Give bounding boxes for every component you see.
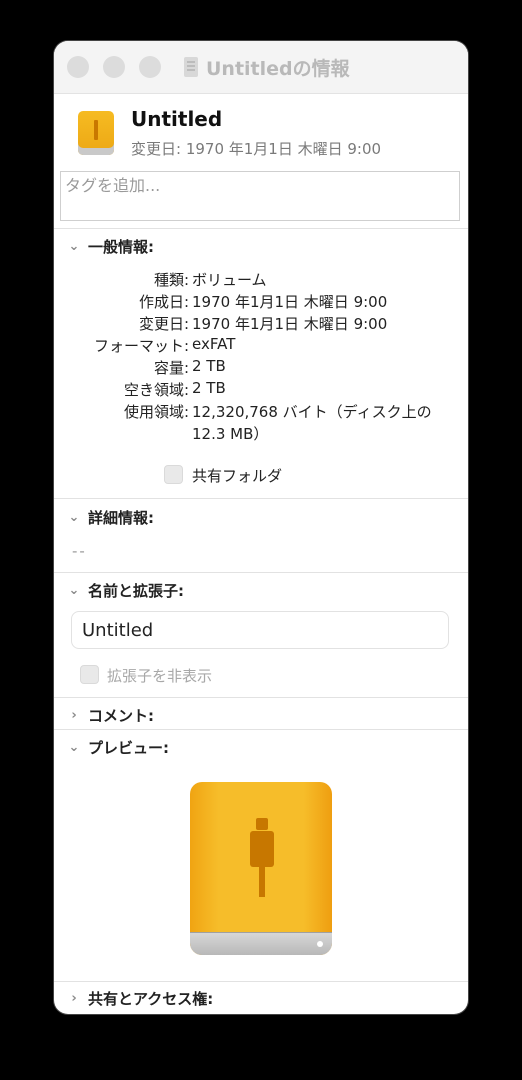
divider <box>54 729 468 730</box>
section-comments-title: コメント: <box>88 706 154 725</box>
tags-field[interactable] <box>60 171 460 221</box>
info-row-created: 作成日: 1970 年1月1日 木曜日 9:00 <box>54 291 468 313</box>
info-window: Untitledの情報 Untitled 変更日: 1970 年1月1日 木曜日… <box>54 41 468 1014</box>
info-row-modified: 変更日: 1970 年1月1日 木曜日 9:00 <box>54 313 468 335</box>
title-bar: Untitledの情報 <box>54 41 468 94</box>
info-value: 2 TB <box>192 357 226 375</box>
close-button[interactable] <box>67 56 89 78</box>
section-preview[interactable]: ⌄ プレビュー: <box>66 737 169 757</box>
section-sharing-title: 共有とアクセス権: <box>88 989 214 1008</box>
document-icon <box>184 57 198 77</box>
shared-folder-checkbox[interactable] <box>164 465 183 484</box>
drive-base <box>190 932 332 955</box>
chevron-down-icon: ⌄ <box>68 739 80 755</box>
usb-plug-tip <box>256 818 268 830</box>
section-details[interactable]: ⌄ 詳細情報: <box>66 507 154 527</box>
divider <box>54 981 468 982</box>
section-general[interactable]: ⌄ 一般情報: <box>66 236 154 256</box>
shared-folder-label: 共有フォルダ <box>192 467 283 485</box>
usb-plug-body <box>250 831 274 867</box>
minimize-button[interactable] <box>103 56 125 78</box>
info-value: 12,320,768 バイト（ディスク上の 12.3 MB） <box>192 403 432 443</box>
section-general-title: 一般情報: <box>88 237 154 256</box>
hide-extension-checkbox[interactable] <box>80 665 99 684</box>
divider <box>54 697 468 698</box>
info-value: exFAT <box>192 335 236 353</box>
zoom-button[interactable] <box>139 56 161 78</box>
divider <box>54 498 468 499</box>
info-value: 1970 年1月1日 木曜日 9:00 <box>192 315 388 333</box>
window-title: Untitledの情報 <box>206 57 350 80</box>
info-label: 種類: <box>153 271 189 289</box>
external-drive-icon <box>78 111 114 155</box>
section-comments[interactable]: › コメント: <box>66 705 154 725</box>
divider <box>54 228 468 229</box>
item-name: Untitled <box>131 107 223 131</box>
info-value: ボリューム <box>192 271 267 289</box>
info-label: 空き領域: <box>123 381 189 399</box>
chevron-down-icon: ⌄ <box>68 509 80 525</box>
divider <box>54 572 468 573</box>
info-label: 使用領域: <box>123 403 189 421</box>
window-title-group: Untitledの情報 <box>184 54 350 80</box>
section-preview-title: プレビュー: <box>88 738 169 757</box>
info-label: 作成日: <box>138 293 189 311</box>
section-name-extension[interactable]: ⌄ 名前と拡張子: <box>66 580 184 600</box>
info-value: 2 TB <box>192 379 226 397</box>
info-row-used: 使用領域: 12,320,768 バイト（ディスク上の 12.3 MB） <box>54 401 468 443</box>
chevron-right-icon: › <box>71 707 77 723</box>
info-value: 1970 年1月1日 木曜日 9:00 <box>192 293 388 311</box>
usb-cable <box>259 867 265 897</box>
name-field[interactable] <box>71 611 449 649</box>
info-header: Untitled 変更日: 1970 年1月1日 木曜日 9:00 <box>54 93 468 173</box>
chevron-down-icon: ⌄ <box>68 238 80 254</box>
hide-extension-label: 拡張子を非表示 <box>107 667 213 685</box>
info-row-capacity: 容量: 2 TB <box>54 357 468 379</box>
info-row-format: フォーマット: exFAT <box>54 335 468 357</box>
tags-input[interactable] <box>61 172 459 198</box>
chevron-right-icon: › <box>71 990 77 1006</box>
info-label: フォーマット: <box>93 337 189 355</box>
preview-drive-icon <box>190 782 332 955</box>
chevron-down-icon: ⌄ <box>68 582 80 598</box>
modified-date: 変更日: 1970 年1月1日 木曜日 9:00 <box>131 140 382 158</box>
section-sharing[interactable]: › 共有とアクセス権: <box>66 988 213 1008</box>
drive-led <box>317 941 323 947</box>
section-details-title: 詳細情報: <box>88 508 154 527</box>
info-row-available: 空き領域: 2 TB <box>54 379 468 401</box>
info-row-kind: 種類: ボリューム <box>54 269 468 291</box>
info-label: 容量: <box>153 359 189 377</box>
details-value: -- <box>72 542 87 560</box>
section-name-extension-title: 名前と拡張子: <box>88 581 184 600</box>
drive-body <box>190 782 332 955</box>
info-label: 変更日: <box>138 315 189 333</box>
